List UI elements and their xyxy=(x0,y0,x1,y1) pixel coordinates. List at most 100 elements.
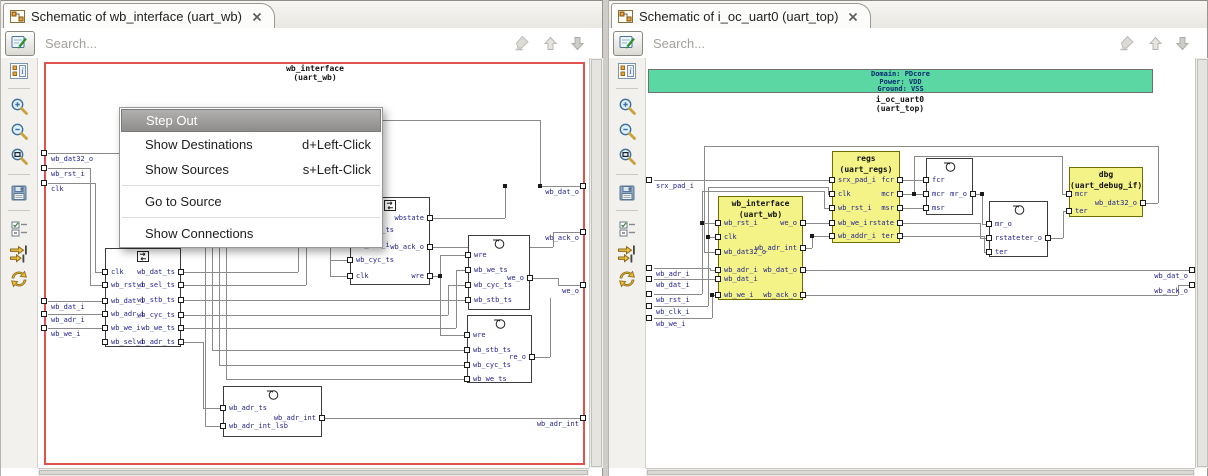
block-title: (uart_debug_if) xyxy=(1070,181,1143,190)
port-label: re_o xyxy=(509,353,526,361)
options-button[interactable] xyxy=(1,216,37,241)
edge-port-label: wb_we_i xyxy=(656,320,686,328)
menu-item-shortcut: s+Left-Click xyxy=(302,162,371,177)
search-options-button[interactable] xyxy=(613,30,643,56)
port-label: mr_o xyxy=(950,190,967,198)
refresh-button[interactable] xyxy=(1,266,37,291)
close-icon[interactable] xyxy=(848,12,858,22)
zoom-in-button[interactable] xyxy=(1,94,37,119)
search-actions xyxy=(1118,35,1189,51)
port-label: wb_cyc_ts xyxy=(356,256,394,264)
menu-item-show-sources[interactable]: Show Sources s+Left-Click xyxy=(121,157,381,182)
menu-item-step-out[interactable]: Step Out xyxy=(121,109,381,132)
scrollbar-thumb[interactable] xyxy=(591,59,602,467)
menu-item-show-connections[interactable]: Show Connections xyxy=(121,221,381,246)
wire xyxy=(322,418,583,419)
port-stub xyxy=(427,244,433,250)
schematic-icon xyxy=(10,10,25,23)
save-button[interactable] xyxy=(1,180,37,205)
wire xyxy=(914,156,1062,157)
wire xyxy=(708,187,828,188)
port-stub xyxy=(464,376,470,382)
search-next-icon[interactable] xyxy=(571,36,584,51)
properties-button[interactable]: i xyxy=(1,58,37,83)
wire xyxy=(226,379,467,380)
wire xyxy=(219,238,220,365)
zoom-fit-button[interactable] xyxy=(609,144,645,169)
close-icon[interactable] xyxy=(252,12,262,22)
wire xyxy=(803,295,1178,296)
port-stub xyxy=(800,292,806,298)
tab-bar: Schematic of i_oc_uart0 (uart_top) xyxy=(609,0,1207,30)
horizontal-scrollbar[interactable] xyxy=(646,468,1195,476)
port-stub xyxy=(178,325,184,331)
port-label: wb_stb_ts xyxy=(474,296,512,304)
menu-item-go-to-source[interactable]: Go to Source xyxy=(121,189,381,214)
wire xyxy=(558,278,559,285)
menu-item-show-destinations[interactable]: Show Destinations d+Left-Click xyxy=(121,132,381,157)
port-stub xyxy=(580,282,586,288)
search-previous-icon[interactable] xyxy=(1149,36,1162,51)
zoom-out-button[interactable] xyxy=(1,119,37,144)
port-stub xyxy=(319,415,325,421)
zoom-fit-button[interactable] xyxy=(1,144,37,169)
port-stub xyxy=(923,205,929,211)
tab-schematic-i-oc-uart0[interactable]: Schematic of i_oc_uart0 (uart_top) xyxy=(611,3,872,29)
port-stub xyxy=(646,315,652,321)
process-icon xyxy=(1011,203,1027,221)
wire xyxy=(181,315,448,316)
scrollbar-thumb[interactable] xyxy=(647,470,1194,475)
horizontal-scrollbar[interactable] xyxy=(38,468,589,476)
port-stub xyxy=(715,267,721,273)
port-label: clk xyxy=(724,233,737,241)
wire xyxy=(704,146,1158,147)
port-stub xyxy=(580,229,586,235)
wire xyxy=(550,298,551,357)
zoom-out-button[interactable] xyxy=(609,119,645,144)
search-options-button[interactable] xyxy=(5,30,35,56)
schematic-view-i-oc-uart0: Schematic of i_oc_uart0 (uart_top) i Dom… xyxy=(608,0,1208,476)
search-input[interactable] xyxy=(651,34,1118,52)
search-previous-icon[interactable] xyxy=(544,36,557,51)
port-label: ter xyxy=(881,232,894,240)
scrollbar-thumb[interactable] xyxy=(1197,59,1208,467)
options-button[interactable] xyxy=(609,216,645,241)
vertical-scrollbar[interactable] xyxy=(1195,58,1208,468)
step-into-button[interactable] xyxy=(609,241,645,266)
schematic-canvas[interactable]: Domain: PDcore Power: VDD Ground: VSS i_oc_… xyxy=(646,58,1195,468)
port-stub xyxy=(986,221,992,227)
step-into-button[interactable] xyxy=(1,241,37,266)
port-stub xyxy=(715,276,721,282)
wire xyxy=(654,306,708,307)
refresh-button[interactable] xyxy=(609,266,645,291)
port-stub xyxy=(41,325,47,331)
clear-highlights-icon[interactable] xyxy=(1118,35,1135,51)
port-stub xyxy=(1045,235,1051,241)
toolbar-separator xyxy=(616,88,638,89)
wire xyxy=(48,314,105,315)
zoom-in-button[interactable] xyxy=(609,94,645,119)
port-stub xyxy=(220,405,226,411)
properties-button[interactable]: i xyxy=(609,58,645,83)
wire xyxy=(203,342,204,408)
wire xyxy=(212,238,213,350)
tab-schematic-wb-interface[interactable]: Schematic of wb_interface (uart_wb) xyxy=(3,3,275,29)
edge-port-label: wb_dat32_o xyxy=(51,155,94,163)
wire xyxy=(181,300,468,301)
edge-port-label: wb_adr_int xyxy=(536,420,579,428)
search-next-icon[interactable] xyxy=(1176,36,1189,51)
port-label: we_o xyxy=(780,219,797,227)
wire xyxy=(654,318,712,319)
schematic-view-wb-interface: Schematic of wb_interface (uart_wb) i wb… xyxy=(0,0,603,476)
vertical-scrollbar[interactable] xyxy=(589,58,603,468)
wire xyxy=(181,342,203,343)
search-input[interactable] xyxy=(43,34,513,52)
clear-highlights-icon[interactable] xyxy=(513,35,530,51)
search-edit-icon xyxy=(619,34,637,53)
wire xyxy=(440,255,441,276)
edge-port-label: wb_dat_i xyxy=(656,281,690,289)
port-stub xyxy=(897,233,903,239)
save-button[interactable] xyxy=(609,180,645,205)
scrollbar-thumb[interactable] xyxy=(39,470,588,475)
wire xyxy=(803,270,1192,271)
